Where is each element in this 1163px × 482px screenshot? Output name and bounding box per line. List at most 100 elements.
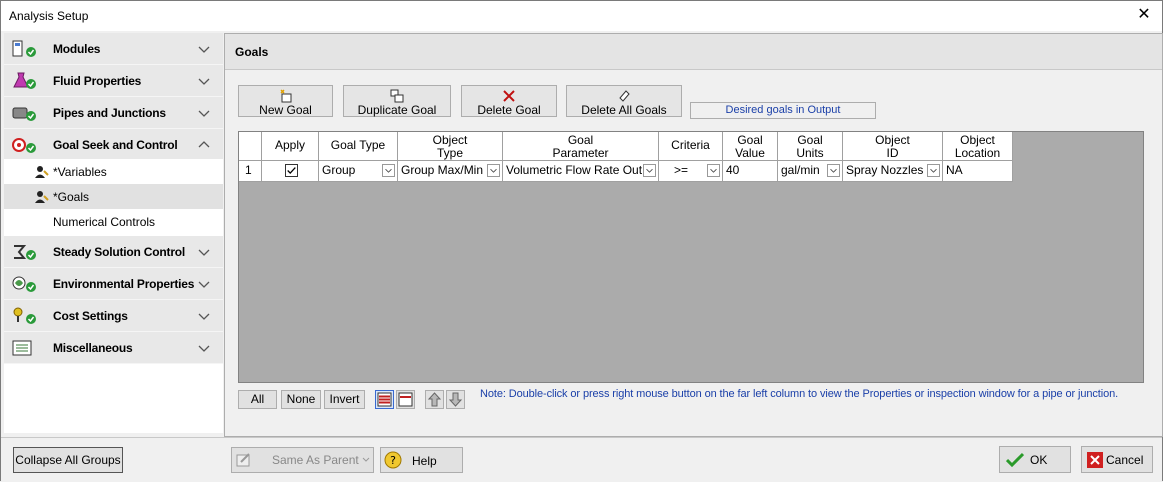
sidebar-item-goal-seek-and-control[interactable]: Goal Seek and Control (4, 129, 223, 161)
column-header-goal-parameter[interactable]: Goal Parameter (503, 132, 659, 161)
chevron-down-icon[interactable] (198, 278, 210, 290)
sidebar-item-steady-solution-control[interactable]: Steady Solution Control (4, 236, 223, 268)
delete-goal-button[interactable]: Delete Goal (461, 85, 557, 117)
select-none-button[interactable]: None (281, 390, 321, 409)
cancel-button[interactable]: Cancel (1081, 446, 1153, 473)
goal-parameter-select[interactable]: Volumetric Flow Rate Out (503, 161, 659, 182)
chevron-down-icon[interactable] (927, 164, 940, 177)
help-button[interactable]: ? Help (380, 447, 463, 473)
footer-bar: Collapse All Groups Same As Parent ? Hel… (1, 437, 1162, 482)
panel-title: Goals (235, 45, 269, 59)
cancel-icon (1087, 452, 1103, 468)
column-header-object-location[interactable]: Object Location (943, 132, 1013, 161)
apply-checkbox[interactable] (285, 164, 298, 177)
chevron-down-icon[interactable] (382, 164, 395, 177)
object-id-select[interactable]: Spray Nozzles (843, 161, 943, 182)
delete-all-goals-button[interactable]: Delete All Goals (566, 85, 682, 117)
checkmark-icon (1006, 452, 1024, 468)
chevron-down-icon[interactable] (198, 43, 210, 55)
same-as-parent-button[interactable]: Same As Parent (231, 447, 374, 473)
panel-header: Goals (225, 34, 1162, 70)
chevron-down-icon[interactable] (643, 164, 656, 177)
sidebar-item-fluid-properties[interactable]: Fluid Properties (4, 65, 223, 97)
misc-icon (12, 340, 32, 356)
target-icon (12, 138, 36, 153)
goal-units-select[interactable]: gal/min (778, 161, 843, 182)
status-indicator: Desired goals in Output (690, 102, 876, 119)
duplicate-goal-button[interactable]: Duplicate Goal (343, 85, 451, 117)
window-title: Analysis Setup (9, 9, 89, 23)
same-as-parent-label: Same As Parent (272, 453, 359, 467)
object-id-value: Spray Nozzles (846, 163, 924, 177)
sidebar-item-pipes-and-junctions[interactable]: Pipes and Junctions (4, 97, 223, 129)
column-header-object-id[interactable]: Object ID (843, 132, 943, 161)
header-line: Object (875, 133, 910, 147)
object-location-cell[interactable]: NA (943, 161, 1013, 182)
new-goal-button[interactable]: New Goal (238, 85, 333, 117)
new-goal-label: New Goal (259, 103, 312, 117)
chevron-down-icon[interactable] (198, 75, 210, 87)
goals-table: Apply Goal Type Object Type Goal Parameter… (238, 131, 1144, 383)
invert-selection-button[interactable]: Invert (324, 390, 365, 409)
sidebar-item-label: Cost Settings (53, 309, 128, 323)
criteria-value: >= (674, 163, 689, 177)
header-line: Object (960, 133, 995, 147)
rows-icon (377, 392, 392, 407)
column-header-goal-units[interactable]: Goal Units (778, 132, 843, 161)
move-up-button[interactable] (425, 390, 444, 409)
chevron-down-icon[interactable] (707, 164, 720, 177)
goal-value-input[interactable]: 40 (723, 161, 778, 182)
goals-icon (35, 191, 49, 203)
sidebar-item-environmental-properties[interactable]: Environmental Properties (4, 268, 223, 300)
goal-type-select[interactable]: Group (319, 161, 398, 182)
goal-units-value: gal/min (781, 163, 820, 177)
goal-type-value: Group (322, 163, 356, 177)
row-number[interactable]: 1 (239, 161, 262, 182)
delete-goal-label: Delete Goal (477, 103, 541, 117)
chevron-down-icon[interactable] (198, 310, 210, 322)
environment-icon (12, 276, 36, 292)
eraser-icon (619, 90, 630, 102)
close-icon[interactable]: ✕ (1134, 5, 1154, 25)
chevron-down-icon[interactable] (827, 164, 840, 177)
chevron-down-icon[interactable] (198, 342, 210, 354)
row-header-corner (239, 132, 262, 161)
variables-icon (35, 166, 49, 178)
delete-all-goals-label: Delete All Goals (581, 103, 667, 117)
select-all-button[interactable]: All (238, 390, 277, 409)
sidebar-item-miscellaneous[interactable]: Miscellaneous (4, 332, 223, 364)
header-line: Goal (797, 133, 823, 147)
chevron-down-icon[interactable] (487, 164, 500, 177)
chevron-down-icon[interactable] (198, 246, 210, 258)
goals-panel: Goals New Goal Duplicate Goal Delete Goa… (224, 33, 1163, 437)
sidebar-item-variables[interactable]: *Variables (4, 159, 223, 184)
sidebar-item-cost-settings[interactable]: Cost Settings (4, 300, 223, 332)
solver-icon (14, 245, 36, 260)
chevron-down-icon (362, 457, 370, 462)
header-line: Location (954, 146, 1001, 160)
column-header-object-type[interactable]: Object Type (398, 132, 503, 161)
ok-button[interactable]: OK (999, 446, 1071, 473)
chevron-down-icon[interactable] (198, 107, 210, 119)
row-view-button[interactable] (375, 390, 394, 409)
sidebar-item-label: Pipes and Junctions (53, 106, 166, 120)
criteria-select[interactable]: >= (659, 161, 723, 182)
column-header-criteria[interactable]: Criteria (659, 132, 723, 161)
sidebar-item-numerical-controls[interactable]: Numerical Controls (4, 209, 223, 234)
object-type-select[interactable]: Group Max/Min (398, 161, 503, 182)
sidebar: Modules Fluid Properties Pipes and Junct… (4, 33, 223, 433)
object-type-value: Group Max/Min (401, 163, 484, 177)
collapse-all-groups-button[interactable]: Collapse All Groups (13, 447, 123, 473)
sidebar-item-goals[interactable]: *Goals (4, 184, 223, 209)
move-down-button[interactable] (446, 390, 465, 409)
sidebar-item-modules[interactable]: Modules (4, 33, 223, 65)
sidebar-item-label: *Variables (53, 165, 107, 179)
column-header-goal-type[interactable]: Goal Type (319, 132, 398, 161)
column-header-apply[interactable]: Apply (262, 132, 319, 161)
column-header-goal-value[interactable]: Goal Value (723, 132, 778, 161)
column-view-button[interactable] (396, 390, 415, 409)
apply-cell[interactable] (262, 161, 319, 182)
chevron-up-icon[interactable] (198, 139, 210, 151)
edit-icon (236, 453, 250, 467)
header-line: Goal (567, 133, 594, 147)
